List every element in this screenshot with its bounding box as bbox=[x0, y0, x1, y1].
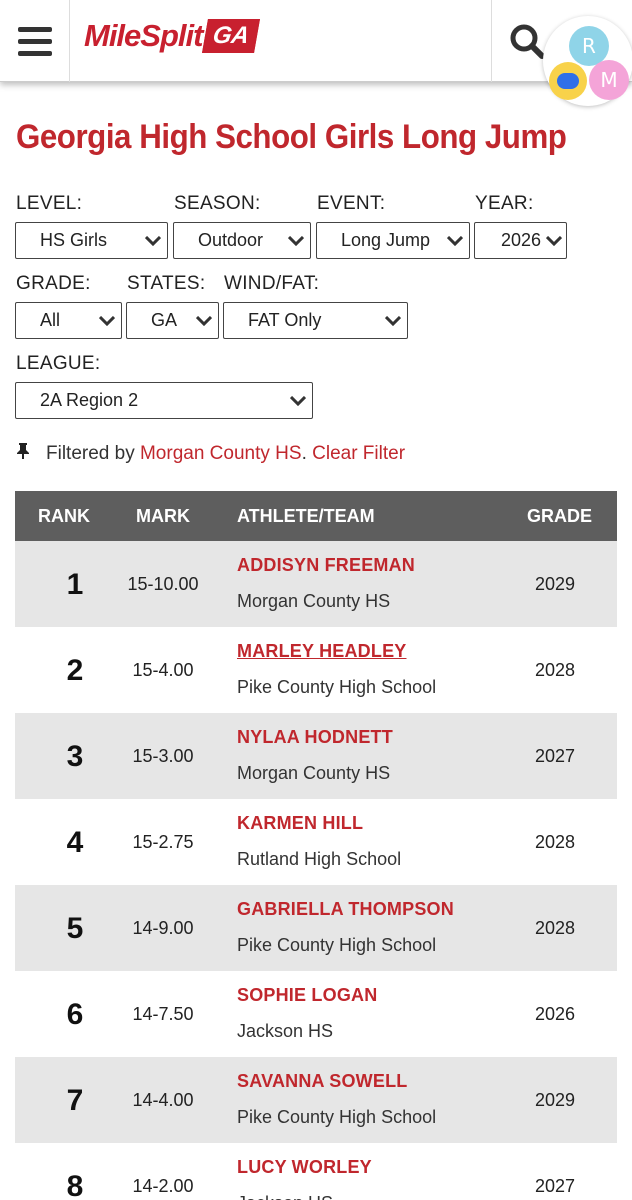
athlete-name-link[interactable]: GABRIELLA THOMPSON bbox=[237, 899, 454, 920]
mark-cell: 14-9.00 bbox=[132, 918, 194, 938]
chevron-down-icon bbox=[542, 235, 566, 246]
chevron-down-icon bbox=[379, 315, 407, 326]
filter-notice: Filtered by Morgan County HS. Clear Filt… bbox=[16, 442, 405, 466]
team-name: Jackson HS bbox=[237, 1021, 334, 1041]
wind-fat-select[interactable]: FAT Only bbox=[223, 302, 408, 339]
level-value: HS Girls bbox=[40, 230, 107, 250]
event-select[interactable]: Long Jump bbox=[316, 222, 470, 259]
grade-cell: 2028 bbox=[534, 660, 576, 680]
league-select[interactable]: 2A Region 2 bbox=[15, 382, 313, 419]
level-select[interactable]: HS Girls bbox=[15, 222, 168, 259]
table-row: 4 15-2.75 KARMEN HILL Rutland High School 20… bbox=[15, 799, 617, 885]
mark-cell: 15-10.00 bbox=[127, 574, 199, 594]
account-avatars[interactable]: R M bbox=[543, 16, 632, 106]
header-grade[interactable]: GRADE bbox=[527, 506, 592, 527]
grade-cell: 2028 bbox=[534, 832, 576, 852]
table-row: 6 14-7.50 SOPHIE LOGAN Jackson HS 2026 bbox=[15, 971, 617, 1057]
athlete-name-link[interactable]: ADDISYN FREEMAN bbox=[237, 555, 415, 576]
grade-label: GRADE: bbox=[16, 273, 91, 294]
mark-cell: 15-4.00 bbox=[132, 660, 194, 680]
grade-cell: 2029 bbox=[534, 1090, 576, 1110]
table-row: 2 15-4.00 MARLEY HEADLEY Pike County High S… bbox=[15, 627, 617, 713]
header-mark[interactable]: MARK bbox=[136, 506, 190, 527]
hamburger-menu-icon[interactable] bbox=[0, 0, 70, 82]
chevron-down-icon bbox=[93, 315, 121, 326]
grade-cell: 2029 bbox=[534, 574, 576, 594]
table-header: RANK MARK ATHLETE/TEAM GRADE bbox=[15, 491, 617, 541]
team-name: Pike County High School bbox=[237, 935, 437, 955]
league-value: 2A Region 2 bbox=[40, 390, 139, 410]
wind-fat-value: FAT Only bbox=[248, 310, 322, 330]
table-row: 814-2.00LUCY WORLEYJackson HS2027 bbox=[15, 1143, 617, 1200]
top-navigation-bar: MileSplit GA bbox=[0, 0, 632, 82]
level-label: LEVEL: bbox=[16, 193, 83, 214]
team-name: Morgan County HS bbox=[237, 591, 391, 611]
table-body: 1 15-10.00 ADDISYN FREEMAN Morgan County HS… bbox=[15, 541, 617, 1200]
header-rank[interactable]: RANK bbox=[38, 506, 90, 527]
mark-cell: 14-4.00 bbox=[132, 1090, 194, 1110]
season-value: Outdoor bbox=[198, 230, 264, 250]
event-value: Long Jump bbox=[341, 230, 431, 250]
year-select[interactable]: 2026 bbox=[474, 222, 567, 259]
page-title: Georgia High School Girls Long Jump bbox=[16, 118, 567, 156]
rankings-table: RANK MARK ATHLETE/TEAM GRADE 1 15-10.00 AD… bbox=[15, 491, 617, 1200]
athlete-name-link[interactable]: NYLAA HODNETT bbox=[237, 727, 393, 748]
chevron-down-icon bbox=[441, 235, 469, 246]
team-name: Pike County High School bbox=[237, 677, 437, 697]
season-label: SEASON: bbox=[174, 193, 261, 214]
header-athlete-team[interactable]: ATHLETE/TEAM bbox=[237, 506, 375, 527]
avatar-m: M bbox=[589, 60, 629, 100]
team-name: Jackson HS bbox=[237, 1193, 333, 1200]
mark-cell: 15-3.00 bbox=[132, 746, 194, 766]
chevron-down-icon bbox=[282, 235, 310, 246]
athlete-name-link[interactable]: KARMEN HILL bbox=[237, 813, 363, 834]
chevron-down-icon bbox=[190, 315, 218, 326]
wind-fat-label: WIND/FAT: bbox=[224, 273, 320, 294]
states-label: STATES: bbox=[127, 273, 206, 294]
chevron-down-icon bbox=[284, 395, 312, 406]
milesplit-logo[interactable]: MileSplit GA bbox=[84, 16, 261, 56]
states-select[interactable]: GA bbox=[126, 302, 219, 339]
athlete-name-link[interactable]: SAVANNA SOWELL bbox=[237, 1071, 407, 1092]
messages-icon bbox=[549, 62, 587, 100]
mark-cell: 15-2.75 bbox=[132, 832, 194, 852]
year-value: 2026 bbox=[501, 230, 542, 250]
filter-team-link[interactable]: Morgan County HS bbox=[140, 443, 302, 465]
filter-prefix: Filtered by bbox=[46, 443, 135, 464]
table-row: 3 15-3.00 NYLAA HODNETT Morgan County HS 202… bbox=[15, 713, 617, 799]
athlete-name-link[interactable]: SOPHIE LOGAN bbox=[237, 985, 377, 1006]
logo-wordmark: MileSplit bbox=[84, 18, 203, 53]
chevron-down-icon bbox=[139, 235, 167, 246]
table-row: 1 15-10.00 ADDISYN FREEMAN Morgan County HS… bbox=[15, 541, 617, 627]
athlete-name-link[interactable]: LUCY WORLEY bbox=[237, 1157, 372, 1178]
clear-filter-link[interactable]: Clear Filter bbox=[312, 443, 405, 465]
grade-select[interactable]: All bbox=[15, 302, 122, 339]
season-select[interactable]: Outdoor bbox=[173, 222, 311, 259]
pin-icon bbox=[16, 442, 34, 466]
mark-cell: 14-7.50 bbox=[132, 1004, 194, 1024]
grade-cell: 2027 bbox=[534, 746, 576, 766]
team-name: Pike County High School bbox=[237, 1107, 437, 1127]
grade-cell: 2026 bbox=[534, 1004, 576, 1024]
states-value: GA bbox=[151, 310, 178, 330]
grade-value: All bbox=[40, 310, 61, 330]
athlete-name-link[interactable]: MARLEY HEADLEY bbox=[237, 641, 407, 662]
table-row: 5 14-9.00 GABRIELLA THOMPSON Pike County Hi… bbox=[15, 885, 617, 971]
team-name: Morgan County HS bbox=[237, 763, 391, 783]
year-label: YEAR: bbox=[475, 193, 534, 214]
grade-cell: 2027 bbox=[534, 1176, 576, 1196]
logo-state-badge: GA bbox=[202, 19, 261, 53]
event-label: EVENT: bbox=[317, 193, 386, 214]
league-label: LEAGUE: bbox=[16, 353, 101, 374]
team-name: Rutland High School bbox=[237, 849, 402, 869]
table-row: 7 14-4.00 SAVANNA SOWELL Pike County High S… bbox=[15, 1057, 617, 1143]
grade-cell: 2028 bbox=[534, 918, 576, 938]
mark-cell: 14-2.00 bbox=[132, 1176, 194, 1196]
